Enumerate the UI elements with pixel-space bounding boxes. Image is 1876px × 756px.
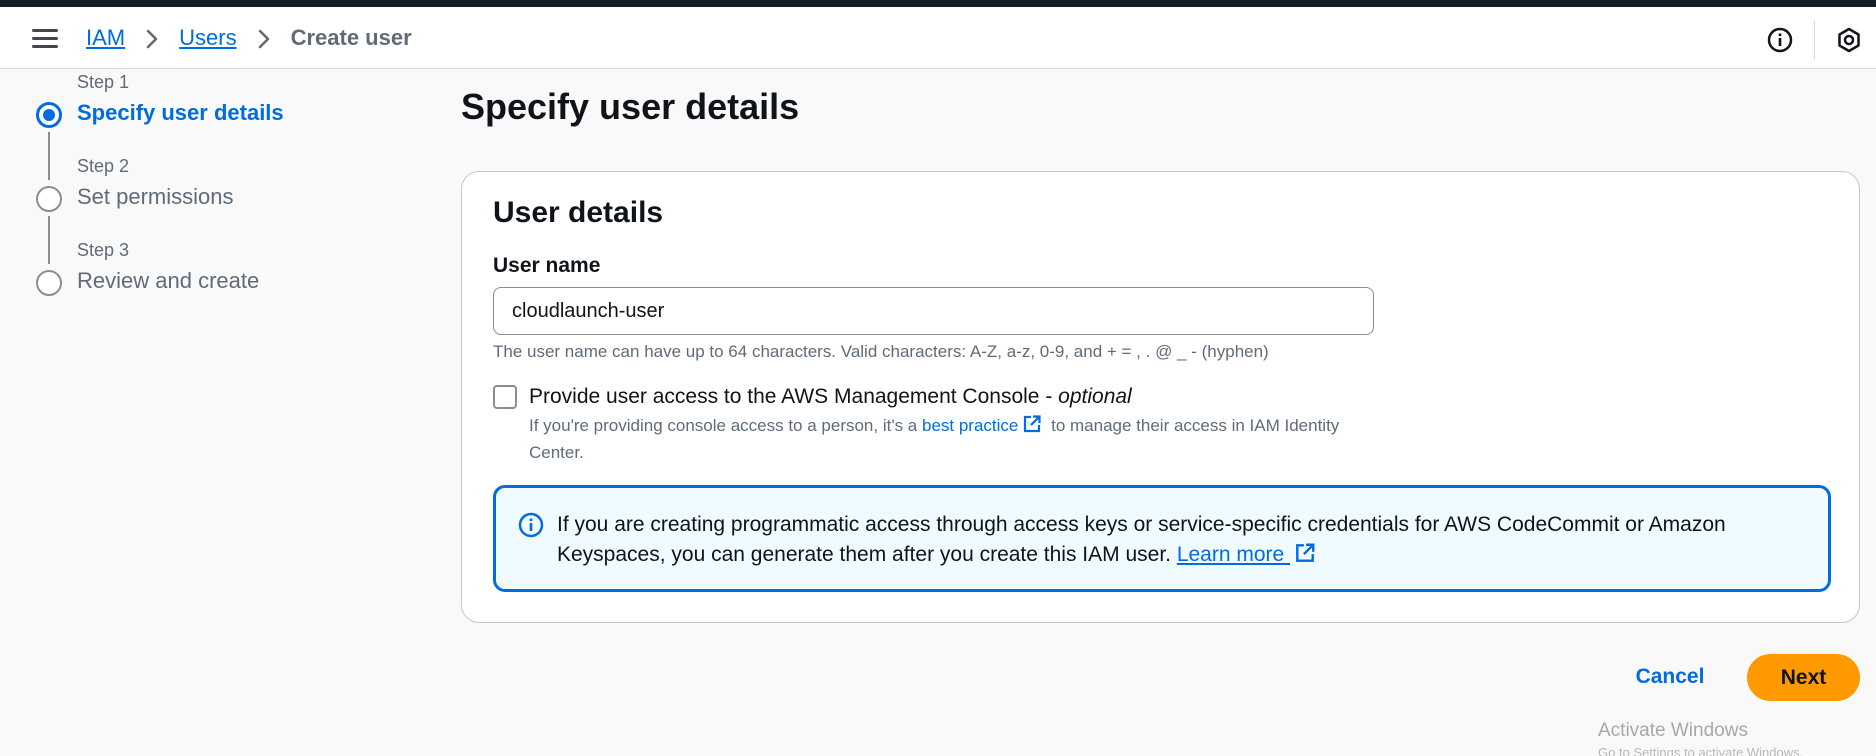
menu-icon[interactable] [32, 29, 58, 49]
step-number: Step 1 [77, 72, 130, 92]
console-access-description: If you're providing console access to a … [529, 414, 1340, 462]
user-details-panel: User details User name The user name can… [461, 171, 1860, 623]
step-title: Set permissions [77, 184, 234, 209]
step-inactive-icon [36, 270, 62, 296]
top-strip [0, 0, 1876, 7]
optional-label: optional [1058, 385, 1132, 408]
wizard-steps: Step 1 Specify user details Step 2 Set p… [36, 70, 376, 322]
breadcrumb-current: Create user [290, 25, 412, 50]
user-name-hint: The user name can have up to 64 characte… [493, 342, 1269, 361]
user-name-input[interactable] [493, 287, 1374, 335]
next-button[interactable]: Next [1747, 654, 1860, 701]
console-access-checkbox[interactable] [493, 385, 517, 409]
step-2[interactable]: Step 2 Set permissions [36, 154, 376, 264]
page-title: Specify user details [461, 86, 800, 127]
breadcrumb-users[interactable]: Users [179, 25, 236, 51]
step-title: Specify user details [77, 100, 284, 125]
best-practice-link[interactable]: best practice [922, 416, 1018, 435]
windows-activation-hint: Go to Settings to activate Windows. [1598, 745, 1804, 756]
top-navigation: IAM Users Create user [0, 7, 1876, 69]
learn-more-link[interactable]: Learn more [1177, 543, 1290, 566]
breadcrumb-iam[interactable]: IAM [86, 25, 125, 51]
info-alert: If you are creating programmatic access … [493, 485, 1831, 592]
step-number: Step 2 [77, 156, 130, 176]
console-access-label[interactable]: Provide user access to the AWS Managemen… [529, 385, 1132, 409]
cancel-button[interactable]: Cancel [1629, 654, 1711, 700]
step-active-icon [36, 102, 62, 128]
external-link-icon [1294, 542, 1316, 573]
step-inactive-icon [36, 186, 62, 212]
external-link-icon [1022, 414, 1042, 441]
settings-icon[interactable] [1836, 27, 1862, 53]
alert-text: If you are creating programmatic access … [557, 510, 1797, 573]
chevron-right-icon [145, 27, 159, 49]
info-icon[interactable] [1767, 27, 1793, 53]
step-title: Review and create [77, 268, 260, 293]
step-3[interactable]: Step 3 Review and create [36, 238, 376, 322]
info-circle-icon [518, 512, 544, 538]
windows-activation-watermark: Activate Windows [1598, 720, 1748, 741]
step-1[interactable]: Step 1 Specify user details [36, 70, 376, 180]
toolbar-divider [1814, 21, 1815, 59]
panel-title: User details [493, 196, 664, 229]
user-name-label: User name [493, 254, 601, 277]
breadcrumb: IAM Users Create user [86, 25, 412, 51]
step-number: Step 3 [77, 240, 130, 260]
chevron-right-icon [257, 27, 271, 49]
